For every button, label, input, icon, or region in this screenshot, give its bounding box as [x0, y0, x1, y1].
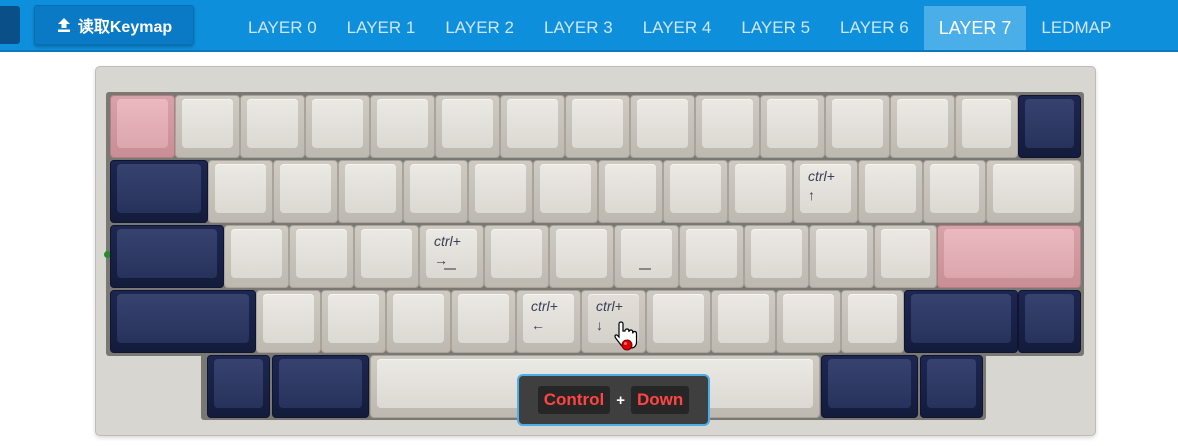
layer-tabs: LAYER 0 LAYER 1 LAYER 2 LAYER 3 LAYER 4 …: [233, 6, 1126, 50]
key-r3-2[interactable]: [224, 225, 289, 288]
key-r3-12[interactable]: [874, 225, 937, 288]
key-r3-9[interactable]: [679, 225, 744, 288]
key-r1-3[interactable]: [240, 95, 305, 158]
tab-layer-5[interactable]: LAYER 5: [726, 6, 825, 50]
key-r2-8[interactable]: [598, 160, 663, 223]
key-r2-backslash[interactable]: [986, 160, 1081, 223]
key-r3-enter[interactable]: [937, 225, 1081, 288]
key-r4-13[interactable]: [1018, 290, 1081, 353]
key-r3-8[interactable]: [614, 225, 679, 288]
key-r1-1[interactable]: [110, 95, 175, 158]
tab-layer-0[interactable]: LAYER 0: [233, 6, 332, 50]
key-r1-13[interactable]: [890, 95, 955, 158]
key-r2-12[interactable]: [858, 160, 923, 223]
key-r1-6[interactable]: [435, 95, 500, 158]
key-r4-5[interactable]: [451, 290, 516, 353]
key-r1-12[interactable]: [825, 95, 890, 158]
key-r2-10[interactable]: [728, 160, 793, 223]
key-r2-ctrl-up[interactable]: ctrl+ ↑: [793, 160, 858, 223]
key-r5-1[interactable]: [207, 355, 270, 418]
key-r2-9[interactable]: [663, 160, 728, 223]
key-r1-8[interactable]: [565, 95, 630, 158]
tooltip-plus: +: [616, 391, 625, 409]
key-r2-4[interactable]: [338, 160, 403, 223]
key-r4-4[interactable]: [386, 290, 451, 353]
top-navbar: 读取Keymap LAYER 0 LAYER 1 LAYER 2 LAYER 3…: [0, 0, 1178, 52]
key-r5-4[interactable]: [821, 355, 918, 418]
key-r1-9[interactable]: [630, 95, 695, 158]
key-r3-caps[interactable]: [110, 225, 224, 288]
menu-toggle[interactable]: [0, 6, 20, 44]
key-r1-7[interactable]: [500, 95, 565, 158]
key-r3-ctrl-right[interactable]: ctrl+ →: [419, 225, 484, 288]
tab-layer-4[interactable]: LAYER 4: [628, 6, 727, 50]
key-r4-2[interactable]: [256, 290, 321, 353]
key-r2-5[interactable]: [403, 160, 468, 223]
key-r1-14[interactable]: [955, 95, 1018, 158]
key-r4-10[interactable]: [776, 290, 841, 353]
key-r4-ctrl-left[interactable]: ctrl+ ←: [516, 290, 581, 353]
key-r4-3[interactable]: [321, 290, 386, 353]
homing-bump: [444, 268, 456, 270]
key-r3-4[interactable]: [354, 225, 419, 288]
key-r5-5[interactable]: [920, 355, 983, 418]
key-r1-5[interactable]: [370, 95, 435, 158]
key-r1-4[interactable]: [305, 95, 370, 158]
key-r4-8[interactable]: [646, 290, 711, 353]
tab-layer-1[interactable]: LAYER 1: [332, 6, 431, 50]
key-r1-2[interactable]: [175, 95, 240, 158]
key-r4-rshift[interactable]: [904, 290, 1018, 353]
key-r2-7[interactable]: [533, 160, 598, 223]
key-r4-lshift[interactable]: [110, 290, 256, 353]
key-r4-11[interactable]: [841, 290, 904, 353]
read-keymap-label: 读取Keymap: [77, 19, 173, 36]
key-r3-11[interactable]: [809, 225, 874, 288]
key-r1-15[interactable]: [1018, 95, 1081, 158]
upload-icon: [57, 18, 70, 32]
tooltip-key-control: Control: [537, 386, 611, 414]
key-r2-2[interactable]: [208, 160, 273, 223]
key-r2-tab[interactable]: [110, 160, 208, 223]
read-keymap-button[interactable]: 读取Keymap: [34, 5, 194, 45]
tab-layer-2[interactable]: LAYER 2: [430, 6, 529, 50]
key-r3-6[interactable]: [484, 225, 549, 288]
key-r3-7[interactable]: [549, 225, 614, 288]
key-r2-13[interactable]: [923, 160, 986, 223]
tab-layer-6[interactable]: LAYER 6: [825, 6, 924, 50]
key-r4-ctrl-down[interactable]: ctrl+ ↓: [581, 290, 646, 353]
key-r5-2[interactable]: [272, 355, 369, 418]
key-r1-11[interactable]: [760, 95, 825, 158]
key-r2-3[interactable]: [273, 160, 338, 223]
key-r1-10[interactable]: [695, 95, 760, 158]
tooltip-key-down: Down: [630, 386, 690, 414]
key-tooltip: Control + Down: [517, 374, 710, 426]
key-r3-3[interactable]: [289, 225, 354, 288]
tab-layer-7[interactable]: LAYER 7: [923, 6, 1027, 50]
homing-bump: [639, 268, 651, 270]
tab-layer-3[interactable]: LAYER 3: [529, 6, 628, 50]
key-r3-10[interactable]: [744, 225, 809, 288]
key-r2-6[interactable]: [468, 160, 533, 223]
tab-ledmap[interactable]: LEDMAP: [1026, 6, 1126, 50]
key-r4-9[interactable]: [711, 290, 776, 353]
